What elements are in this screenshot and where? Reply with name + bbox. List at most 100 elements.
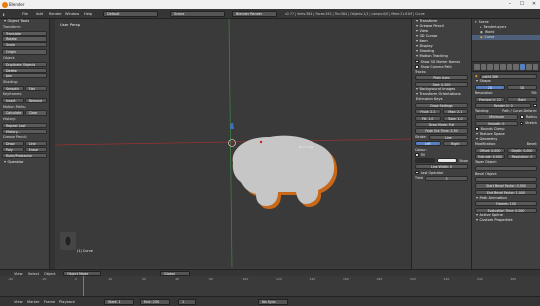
translate-button[interactable]: Translate: [2, 30, 47, 36]
twist-dropdown[interactable]: Minimum: [475, 114, 519, 120]
fill-checkbox[interactable]: [415, 152, 419, 157]
object-tab-icon[interactable]: [500, 64, 506, 70]
colour-swatch[interactable]: [415, 157, 435, 164]
modifiers-tab-icon[interactable]: [513, 64, 519, 70]
poly-button[interactable]: Poly: [2, 146, 25, 152]
viewport-canvas[interactable]: [55, 19, 411, 267]
datablock-field[interactable]: path1366: [479, 73, 537, 79]
world-tab-icon[interactable]: [493, 64, 499, 70]
material-tab-icon[interactable]: [526, 64, 532, 70]
render-tab-icon[interactable]: [474, 64, 480, 70]
radius-checkbox[interactable]: [520, 115, 524, 119]
join-button[interactable]: Join: [2, 73, 47, 79]
scene-dropdown[interactable]: Scene: [170, 11, 225, 17]
smooth-field[interactable]: Smooth: 0: [475, 120, 518, 127]
auto-texspace-checkbox[interactable]: [533, 103, 537, 108]
duplicate-objects-button[interactable]: Duplicate Objects: [2, 61, 47, 67]
3d-button[interactable]: 3D: [507, 84, 537, 91]
erase-button[interactable]: Erase: [24, 146, 47, 152]
origin-button[interactable]: Origin: [2, 49, 47, 55]
size-field[interactable]: Size: 0.200: [415, 81, 468, 87]
tracks-dropdown[interactable]: Plain Axes: [415, 75, 468, 81]
end-frame-field[interactable]: End: 250: [140, 299, 170, 305]
menu-file[interactable]: File: [22, 12, 28, 16]
tube-field[interactable]: Tube: 1.0: [442, 115, 468, 121]
2d-button[interactable]: 2D: [475, 84, 505, 91]
menu-help[interactable]: Help: [84, 12, 92, 16]
start-frame-field[interactable]: Start: 1: [104, 299, 134, 305]
stroke-dropdown[interactable]: Line: [428, 134, 468, 140]
stroke-time-field[interactable]: 3: [425, 175, 468, 182]
fill-swatch[interactable]: [437, 157, 458, 164]
clear-button[interactable]: Clear: [24, 110, 47, 116]
offset-field[interactable]: Offset: 0.000: [475, 147, 505, 153]
outliner-curve[interactable]: Curve: [485, 35, 495, 39]
scene-tab-icon[interactable]: [487, 64, 493, 70]
smooth-button[interactable]: Smooth: [2, 85, 25, 91]
line-width-field[interactable]: Line Width: 0: [415, 164, 468, 170]
scale-button[interactable]: Scale: [2, 42, 47, 48]
current-frame-line[interactable]: [83, 276, 84, 296]
view-left-tab[interactable]: Left: [415, 141, 441, 147]
fluid-field[interactable]: Fluid: 2.1: [415, 109, 441, 115]
outliner-renderlayers[interactable]: RenderLayers: [484, 25, 507, 29]
3d-viewport[interactable]: User Persp (1) Curve: [55, 19, 411, 267]
taper-field[interactable]: [475, 165, 537, 171]
current-frame-field[interactable]: 1: [178, 299, 196, 305]
history-button[interactable]: History...: [2, 128, 47, 134]
operator-panel[interactable]: Operator: [0, 160, 49, 165]
info-editor-icon[interactable]: ℹ: [3, 12, 5, 17]
fade-out-field[interactable]: Fade Out Time: 2.50: [415, 128, 468, 134]
last-operator-checkbox[interactable]: [415, 170, 419, 175]
bevel-object-field[interactable]: [475, 177, 537, 183]
fill-field[interactable]: Fill: 1.0: [415, 115, 441, 121]
view-menu[interactable]: View: [14, 272, 23, 276]
menu-render[interactable]: Render: [49, 12, 62, 16]
start-bevel-factor[interactable]: Start Bevel Factor: 0.000: [475, 183, 537, 189]
timeline-playback-menu[interactable]: Playback: [59, 300, 75, 304]
preview-u-field[interactable]: Preview U: 12: [475, 96, 505, 102]
insert-keyframe-button[interactable]: Insert: [2, 98, 25, 104]
max-field[interactable]: Max: 2.1: [442, 109, 468, 115]
show-names-checkbox[interactable]: [415, 59, 419, 64]
outliner-scene[interactable]: Scene: [479, 20, 489, 24]
view-right-tab[interactable]: Right: [442, 141, 468, 147]
outliner-world[interactable]: World: [485, 30, 494, 34]
constraints-tab-icon[interactable]: [506, 64, 512, 70]
end-bevel-factor[interactable]: End Bevel Factor: 1.000: [475, 189, 537, 196]
show-camera-checkbox[interactable]: [415, 64, 419, 69]
layers-tab-icon[interactable]: [480, 64, 486, 70]
eval-time-field[interactable]: Evaluation Time: 0.000: [475, 207, 537, 213]
maximize-icon[interactable]: ☐: [516, 1, 528, 8]
data-tab-icon[interactable]: [519, 64, 525, 70]
object-menu[interactable]: Object: [44, 272, 56, 276]
close-icon[interactable]: ✕: [528, 1, 540, 8]
rotate-button[interactable]: Rotate: [2, 36, 47, 42]
frames-field[interactable]: Frames: 100: [475, 201, 537, 207]
timeline-view-menu[interactable]: View: [14, 300, 23, 304]
depth-field[interactable]: Depth: 0.000: [507, 147, 537, 153]
timeline-marker-menu[interactable]: Marker: [27, 300, 39, 304]
draw-settings-button[interactable]: Draw Settings: [415, 102, 468, 109]
remove-keyframe-button[interactable]: Remove: [24, 98, 47, 104]
texture-tab-icon[interactable]: [532, 64, 538, 70]
draw-mode-field[interactable]: Draw Mode: Full: [415, 122, 468, 128]
delete-button[interactable]: Delete: [2, 67, 47, 73]
custom-properties-panel[interactable]: Custom Properties: [472, 218, 540, 223]
sync-dropdown[interactable]: No Sync: [258, 299, 288, 305]
ruler-button[interactable]: Ruler/Protractor: [2, 152, 47, 158]
bevel-resolution-field[interactable]: Resolution: 0: [507, 153, 537, 160]
calculate-button[interactable]: Calculate: [2, 110, 25, 116]
menu-window[interactable]: Window: [65, 12, 79, 16]
stretch-checkbox[interactable]: [519, 121, 524, 126]
line-button[interactable]: Line: [24, 140, 47, 147]
bounds-checkbox[interactable]: [475, 127, 479, 132]
fill-dropdown[interactable]: Both: [507, 96, 537, 102]
select-menu[interactable]: Select: [28, 272, 39, 276]
render-engine-dropdown[interactable]: Blender Render: [232, 11, 277, 17]
draw-button[interactable]: Draw: [2, 140, 25, 147]
extrude-field[interactable]: Extrude: 0.000: [475, 153, 505, 160]
timeline[interactable]: -40 -20 0 20 40 60 80 100 120 140 160 180 200 220 240 2…: [0, 276, 540, 296]
render-u-field[interactable]: Render U: 0: [475, 102, 532, 109]
layout-dropdown[interactable]: Default: [103, 11, 158, 17]
